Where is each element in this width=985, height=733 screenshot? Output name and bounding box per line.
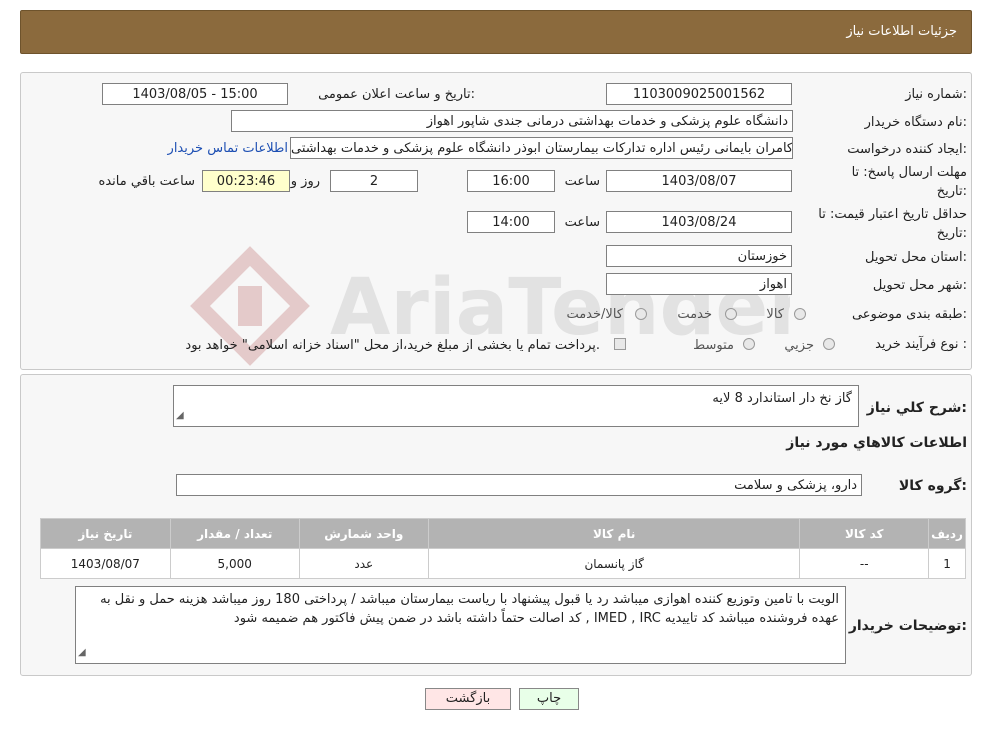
items-table: ردیف کد کالا نام کالا واحد شمارش تعداد /… [40, 518, 966, 579]
category-radio-service[interactable] [725, 308, 737, 320]
need-number-label: شماره نیاز: [905, 87, 967, 102]
cell-qty: 5,000 [169, 548, 300, 579]
deadline-label: مهلت ارسال پاسخ: تا تاریخ: [852, 163, 967, 201]
category-radio-goods[interactable] [794, 308, 806, 320]
payment-note: پرداخت تمام یا بخشی از مبلغ خرید،از محل … [185, 338, 600, 353]
cell-code: -- [799, 548, 930, 579]
validity-label: حداقل تاریخ اعتبار قیمت: تا تاریخ: [818, 205, 967, 243]
summary-text: گاز نخ دار استاندارد 8 لایه [712, 391, 852, 406]
buyer-notes-label: توضیحات خریدار: [848, 618, 967, 634]
creator-field: کامران بایمانی رئیس اداره تدارکات بیمارس… [290, 137, 793, 159]
deadline-date-field: 1403/08/07 [606, 170, 792, 192]
cell-name: گاز پانسمان [427, 548, 801, 579]
col-row: ردیف [928, 518, 966, 549]
back-button[interactable]: بازگشت [425, 688, 511, 710]
deadline-time-word: ساعت [564, 174, 600, 189]
validity-time-word: ساعت [564, 215, 600, 230]
goods-info-title: اطلاعات کالاهاي مورد نیاز [786, 435, 967, 451]
goods-group-label: گروه کالا: [898, 478, 967, 494]
col-code: کد کالا [799, 518, 930, 549]
col-unit: واحد شمارش [298, 518, 429, 549]
validity-label-line2: تاریخ: [936, 226, 967, 241]
days-word: روز و [290, 174, 320, 189]
province-label: استان محل تحویل: [865, 250, 967, 265]
announce-label: تاریخ و ساعت اعلان عمومی: [318, 87, 475, 102]
buyer-notes-field: الویت با تامین وتوزیع کننده اهوازی میباش… [75, 586, 846, 664]
deadline-label-line1: مهلت ارسال پاسخ: تا [851, 165, 967, 180]
remaining-time-field: 00:23:46 [202, 170, 290, 192]
category-option-service: خدمت [677, 307, 712, 322]
category-radio-goods-service[interactable] [635, 308, 647, 320]
cell-date: 1403/08/07 [40, 548, 171, 579]
creator-label: ایجاد کننده درخواست: [847, 142, 967, 157]
buyer-org-field: دانشگاه علوم پزشکی و خدمات بهداشتی درمان… [231, 110, 793, 132]
process-option-medium: متوسط [693, 338, 734, 353]
print-button[interactable]: چاپ [519, 688, 579, 710]
goods-group-field: دارو، پزشکی و سلامت [176, 474, 862, 496]
deadline-time-field: 16:00 [467, 170, 555, 192]
process-option-minor: جزیي [784, 338, 814, 353]
table-row: 1 -- گاز پانسمان عدد 5,000 1403/08/07 [40, 548, 966, 579]
page-title: جزئیات اطلاعات نیاز [846, 24, 957, 39]
payment-checkbox[interactable] [614, 338, 626, 350]
province-field: خوزستان [606, 245, 792, 267]
cell-row: 1 [928, 548, 966, 579]
category-option-goods-service: کالا/خدمت [566, 307, 623, 322]
buyer-notes-text: الویت با تامین وتوزیع کننده اهوازی میباش… [100, 592, 839, 626]
validity-date-field: 1403/08/24 [606, 211, 792, 233]
buyer-org-label: نام دستگاه خریدار: [864, 115, 967, 130]
days-field: 2 [330, 170, 418, 192]
process-label: نوع فرآیند خرید : [875, 337, 967, 352]
city-field: اهواز [606, 273, 792, 295]
table-header-row: ردیف کد کالا نام کالا واحد شمارش تعداد /… [40, 518, 966, 549]
cell-unit: عدد [298, 548, 429, 579]
col-date: تاریخ نیاز [40, 518, 171, 549]
process-radio-medium[interactable] [743, 338, 755, 350]
col-qty: تعداد / مقدار [169, 518, 300, 549]
summary-label: شرح کلي نیاز: [866, 400, 967, 416]
resize-grip-icon[interactable]: ◢ [176, 406, 184, 425]
category-option-goods: کالا [766, 307, 784, 322]
process-radio-minor[interactable] [823, 338, 835, 350]
deadline-label-line2: تاریخ: [936, 184, 967, 199]
buyer-contact-link[interactable]: اطلاعات تماس خریدار [168, 141, 288, 156]
col-name: نام کالا [427, 518, 801, 549]
remaining-word: ساعت باقي مانده [98, 174, 195, 189]
need-number-field: 1103009025001562 [606, 83, 792, 105]
city-label: شهر محل تحویل: [872, 278, 967, 293]
summary-field: گاز نخ دار استاندارد 8 لایه ◢ [173, 385, 859, 427]
validity-time-field: 14:00 [467, 211, 555, 233]
resize-grip-icon[interactable]: ◢ [78, 643, 86, 662]
category-label: طبقه بندی موضوعی: [851, 307, 967, 322]
page-header: جزئیات اطلاعات نیاز [20, 10, 972, 54]
validity-label-line1: حداقل تاریخ اعتبار قیمت: تا [818, 207, 967, 222]
announce-field: 1403/08/05 - 15:00 [102, 83, 288, 105]
